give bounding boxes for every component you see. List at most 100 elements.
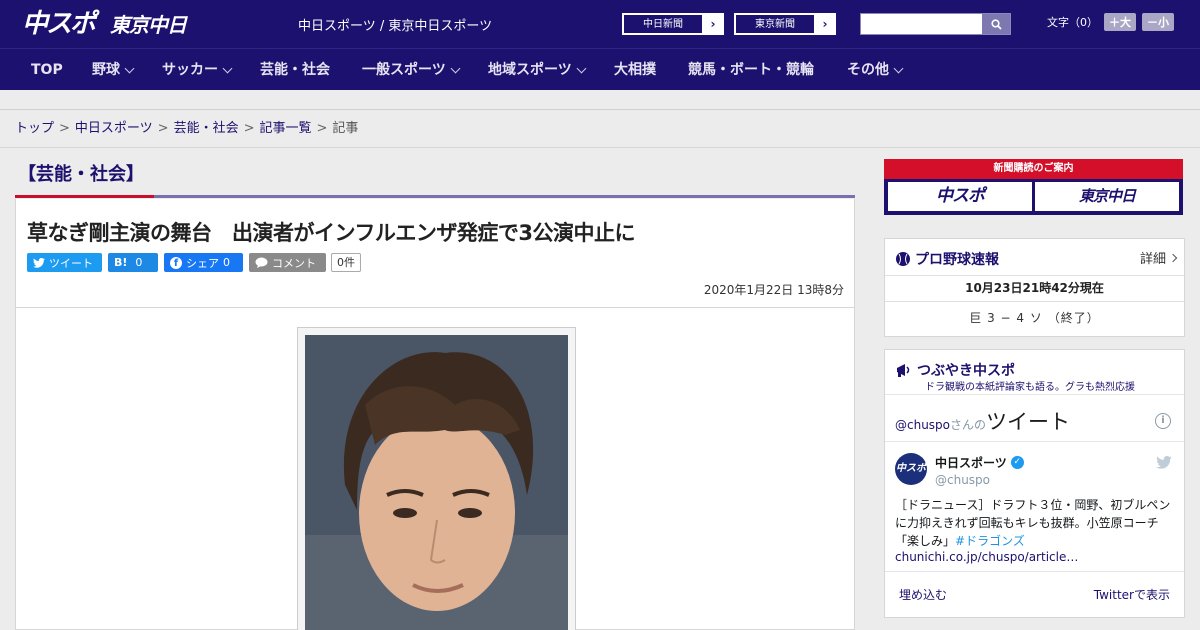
subscribe-chuspo-button[interactable]: 中スポ bbox=[888, 182, 1032, 211]
tokyo-shimbun-button[interactable]: 東京新聞 › bbox=[734, 13, 836, 35]
twitter-bird-icon[interactable] bbox=[1156, 456, 1172, 469]
search-input[interactable] bbox=[860, 13, 1011, 35]
divider bbox=[885, 441, 1184, 442]
pro-baseball-title: プロ野球速報 bbox=[915, 252, 999, 268]
breadcrumb-article-list[interactable]: 記事一覧 bbox=[260, 121, 312, 136]
site-header: 中スポ 東京中日 中日スポーツ / 東京中日スポーツ 中日新聞 › 東京新聞 ›… bbox=[0, 0, 1200, 48]
nav-item-other[interactable]: その他 bbox=[847, 49, 904, 91]
breadcrumb-separator: > bbox=[243, 121, 255, 136]
divider bbox=[885, 275, 1184, 276]
font-smaller-button[interactable]: －小 bbox=[1142, 13, 1174, 31]
hatena-bookmark-button[interactable]: B! 0 bbox=[108, 253, 158, 272]
facebook-count: 0 bbox=[223, 256, 230, 269]
chevron-right-icon bbox=[1168, 253, 1178, 262]
chevron-right-icon: › bbox=[822, 17, 828, 31]
pro-baseball-widget: プロ野球速報 詳細 10月23日21時42分現在 巨 3 − 4 ソ （終了） bbox=[884, 238, 1185, 337]
chevron-down-icon bbox=[893, 63, 904, 73]
nav-label: TOP bbox=[31, 62, 63, 78]
breadcrumb-separator: > bbox=[59, 121, 70, 136]
account-handle[interactable]: @chuspo bbox=[935, 473, 990, 487]
detail-link[interactable]: 詳細 bbox=[1140, 248, 1178, 267]
nav-label: 競馬・ボート・競輪 bbox=[688, 62, 814, 78]
comment-button[interactable]: コメント bbox=[249, 253, 326, 272]
ad-strip bbox=[0, 90, 1200, 110]
category-accent-line bbox=[15, 195, 154, 198]
account-name[interactable]: 中日スポーツ ✓ bbox=[935, 454, 1024, 471]
article-headline: 草なぎ剛主演の舞台 出演者がインフルエンザ発症で3公演中止に bbox=[27, 221, 635, 245]
nav-item-local-sports[interactable]: 地域スポーツ bbox=[488, 49, 587, 91]
game-score[interactable]: 巨 3 − 4 ソ （終了） bbox=[885, 309, 1184, 326]
nav-label: その他 bbox=[847, 62, 889, 78]
facebook-share-button[interactable]: f シェア 0 bbox=[164, 253, 243, 272]
tweet-link[interactable]: chunichi.co.jp/chuspo/article… bbox=[895, 550, 1078, 564]
article-photo bbox=[305, 335, 568, 630]
comment-label: コメント bbox=[272, 256, 316, 270]
hatena-count: 0 bbox=[135, 256, 143, 269]
tokyo-shimbun-label: 東京新聞 bbox=[735, 14, 815, 34]
breadcrumb: トップ > 中日スポーツ > 芸能・社会 > 記事一覧 > 記事 bbox=[0, 111, 1200, 148]
nav-item-entertainment[interactable]: 芸能・社会 bbox=[260, 49, 330, 91]
category-heading: 【芸能・社会】 bbox=[15, 158, 855, 198]
embed-link[interactable]: 埋め込む bbox=[899, 586, 947, 603]
article-photo-frame bbox=[297, 327, 576, 630]
account-name-text: 中日スポーツ bbox=[935, 456, 1007, 470]
breadcrumb-chuspo[interactable]: 中日スポーツ bbox=[75, 121, 153, 136]
nav-item-soccer[interactable]: サッカー bbox=[162, 49, 233, 91]
info-icon[interactable]: i bbox=[1155, 413, 1171, 429]
chevron-down-icon bbox=[222, 63, 233, 73]
tweet-label: ツイート bbox=[49, 256, 93, 270]
tweet-button[interactable]: ツイート bbox=[27, 253, 102, 272]
tokyo-chunichi-logo[interactable]: 東京中日 bbox=[110, 6, 187, 42]
font-size-control: 文字（0） ＋大 －小 bbox=[1047, 13, 1174, 31]
twitter-widget: つぶやき中スポ ドラ観戦の本紙評論家も語る。グラも熱烈応援 @chuspoさんの… bbox=[884, 349, 1185, 618]
view-on-twitter-link[interactable]: Twitterで表示 bbox=[1094, 586, 1170, 603]
speech-bubble-icon bbox=[255, 257, 268, 268]
tweet-body: ［ドラニュース］ドラフト３位・岡野、初ブルペンに力抑えきれず回転もキレも抜群。小… bbox=[895, 496, 1177, 550]
chunichi-shimbun-button[interactable]: 中日新聞 › bbox=[622, 13, 724, 35]
subscription-title: 新聞購読のご案内 bbox=[884, 159, 1183, 179]
twitter-widget-title: つぶやき中スポ bbox=[917, 363, 1015, 379]
chevron-right-icon: › bbox=[710, 17, 716, 31]
nav-label: 地域スポーツ bbox=[488, 62, 572, 78]
nav-item-general-sports[interactable]: 一般スポーツ bbox=[362, 49, 461, 91]
font-size-label: 文字（0） bbox=[1047, 16, 1098, 29]
divider bbox=[885, 301, 1184, 302]
tweets-word: ツイート bbox=[986, 410, 1071, 434]
chevron-down-icon bbox=[576, 63, 587, 73]
site-links[interactable]: 中日スポーツ / 東京中日スポーツ bbox=[298, 15, 492, 34]
baseball-icon bbox=[896, 252, 910, 266]
nav-item-top[interactable]: TOP bbox=[31, 49, 63, 91]
font-larger-button[interactable]: ＋大 bbox=[1104, 13, 1136, 31]
twitter-widget-subtitle: ドラ観戦の本紙評論家も語る。グラも熱烈応援 bbox=[925, 382, 1135, 393]
tweet-hashtag[interactable]: #ドラゴンズ bbox=[955, 534, 1025, 548]
avatar[interactable]: 中スポ bbox=[895, 453, 927, 485]
twitter-widget-heading: つぶやき中スポ bbox=[895, 360, 1015, 380]
tweets-san-no: さんの bbox=[950, 418, 987, 432]
nav-label: 一般スポーツ bbox=[362, 62, 446, 78]
nav-item-racing[interactable]: 競馬・ボート・競輪 bbox=[688, 49, 814, 91]
hatena-icon: B! bbox=[114, 256, 128, 269]
subscribe-tokyo-button[interactable]: 東京中日 bbox=[1035, 182, 1179, 211]
chuspo-logo[interactable]: 中スポ bbox=[22, 6, 96, 42]
article: 草なぎ剛主演の舞台 出演者がインフルエンザ発症で3公演中止に ツイート B! 0… bbox=[15, 199, 855, 630]
category-title: 【芸能・社会】 bbox=[18, 164, 144, 185]
tweets-header: @chuspoさんのツイート bbox=[895, 406, 1070, 436]
nav-item-baseball[interactable]: 野球 bbox=[92, 49, 135, 91]
pro-baseball-heading: プロ野球速報 bbox=[895, 249, 999, 269]
chunichi-shimbun-label: 中日新聞 bbox=[623, 14, 703, 34]
divider bbox=[885, 571, 1184, 572]
facebook-share-label: シェア bbox=[186, 256, 219, 270]
search-button[interactable] bbox=[982, 14, 1010, 34]
subscription-banner[interactable]: 新聞購読のご案内 中スポ 東京中日 bbox=[884, 159, 1183, 215]
search-icon bbox=[990, 18, 1002, 30]
breadcrumb-top[interactable]: トップ bbox=[15, 121, 54, 136]
main-nav: TOP 野球 サッカー 芸能・社会 一般スポーツ 地域スポーツ 大相撲 競馬・ボ… bbox=[0, 48, 1200, 90]
verified-badge-icon: ✓ bbox=[1010, 456, 1024, 469]
divider bbox=[16, 307, 854, 308]
portrait-image bbox=[305, 335, 568, 630]
twitter-bird-icon bbox=[33, 257, 45, 268]
breadcrumb-entertainment[interactable]: 芸能・社会 bbox=[174, 121, 239, 136]
tweets-handle[interactable]: @chuspo bbox=[895, 418, 950, 432]
nav-item-sumo[interactable]: 大相撲 bbox=[614, 49, 656, 91]
nav-label: 芸能・社会 bbox=[260, 62, 330, 78]
